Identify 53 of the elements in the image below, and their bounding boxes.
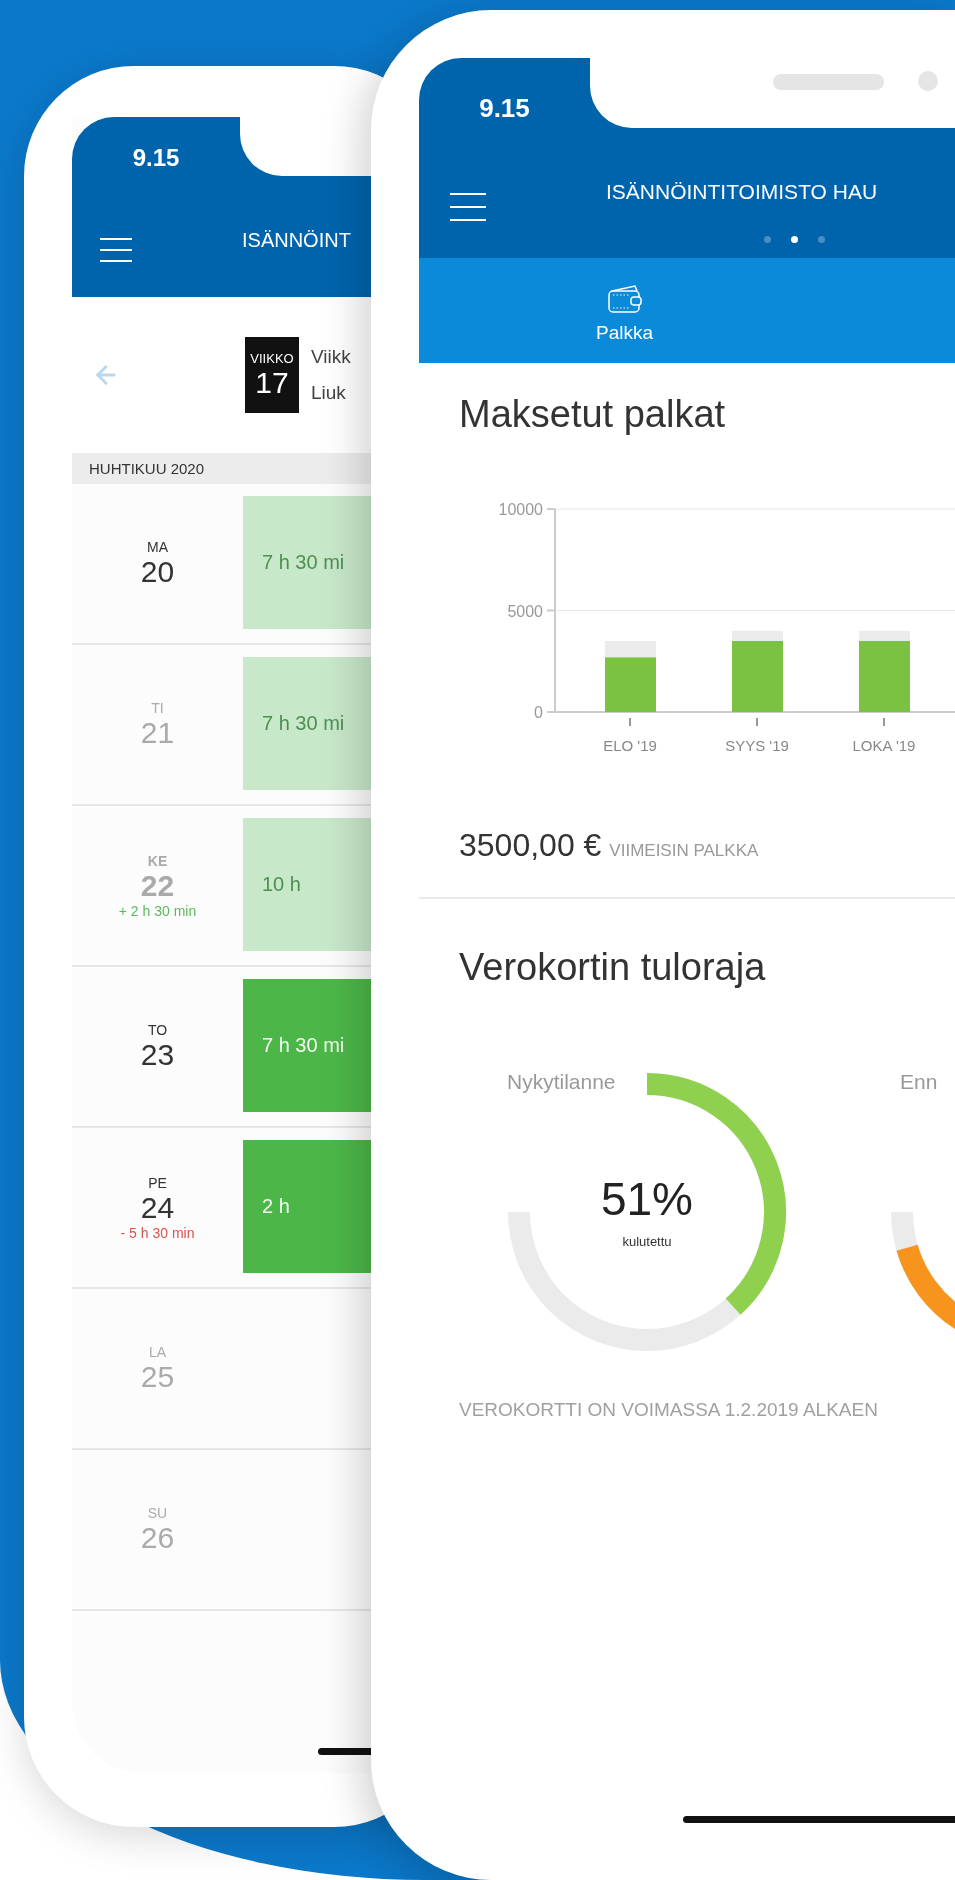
weekday-label: MA <box>147 538 168 555</box>
validity-note: VEROKORTTI ON VOIMASSA 1.2.2019 ALKAEN <box>459 1398 879 1422</box>
date-number: 22 <box>140 868 175 903</box>
week-title: Viikk <box>311 346 351 368</box>
week-number: 17 <box>255 365 289 400</box>
gauge-value: 51% <box>600 1172 694 1226</box>
menu-icon[interactable] <box>100 238 132 262</box>
weekday-label: TO <box>147 1021 168 1038</box>
week-badge-label: VIIKKO <box>250 350 294 366</box>
salary-amount: 3500,00 € <box>459 826 602 865</box>
work-hours-cell[interactable]: 10 h <box>243 818 372 951</box>
weekday-label: TI <box>151 699 164 716</box>
gauge-label: Enn <box>900 1070 938 1094</box>
work-hours-cell[interactable]: 7 h 30 mi <box>243 979 372 1112</box>
weekday-label: KE <box>147 852 168 869</box>
salary-label: VIIMEISIN PALKKA <box>609 841 759 861</box>
date-number: 23 <box>140 1037 175 1072</box>
work-hours-cell[interactable]: 7 h 30 mi <box>243 657 372 790</box>
section-title: Maksetut palkat <box>459 392 727 437</box>
page-dot[interactable] <box>818 236 825 243</box>
gauge-label: Nykytilanne <box>507 1070 616 1094</box>
month-header: HUHTIKUU 2020 <box>72 453 372 484</box>
axis-label: 5000 <box>507 602 543 620</box>
axis-label: 10000 <box>498 501 543 518</box>
axis-label: LOKA '19 <box>852 737 916 754</box>
axis-label: SYYS '19 <box>725 737 789 754</box>
work-hours-cell[interactable]: 7 h 30 mi <box>243 496 372 629</box>
wallet-icon <box>606 284 643 314</box>
status-time: 9.15 <box>479 93 530 124</box>
hours-difference: - 5 h 30 min <box>120 1224 195 1241</box>
week-subtitle: Liuk <box>311 382 347 404</box>
menu-icon[interactable] <box>450 193 486 221</box>
header-title: ISÄNNÖINT <box>242 228 351 253</box>
date-number: 26 <box>140 1520 175 1555</box>
weekday-label: SU <box>147 1504 168 1521</box>
page-dot[interactable] <box>791 236 798 243</box>
home-indicator <box>318 1748 372 1755</box>
axis-label: 0 <box>534 704 543 721</box>
weekday-label: PE <box>148 1174 167 1191</box>
hours-difference: + 2 h 30 min <box>118 902 197 919</box>
date-number: 21 <box>140 715 175 750</box>
weekday-label: LA <box>148 1343 167 1360</box>
date-number: 24 <box>140 1190 175 1225</box>
status-time: 9.15 <box>132 144 180 172</box>
work-hours-cell[interactable]: 2 h <box>243 1140 372 1273</box>
section-title: Verokortin tuloraja <box>459 945 767 990</box>
gauge-caption: kulutettu <box>622 1234 672 1249</box>
date-number: 25 <box>140 1359 175 1394</box>
header-title: ISÄNNÖINTITOIMISTO HAU <box>606 179 878 205</box>
page-dot[interactable] <box>764 236 771 243</box>
camera-dot <box>918 71 938 91</box>
date-number: 20 <box>140 554 175 589</box>
axis-label: ELO '19 <box>603 737 657 754</box>
